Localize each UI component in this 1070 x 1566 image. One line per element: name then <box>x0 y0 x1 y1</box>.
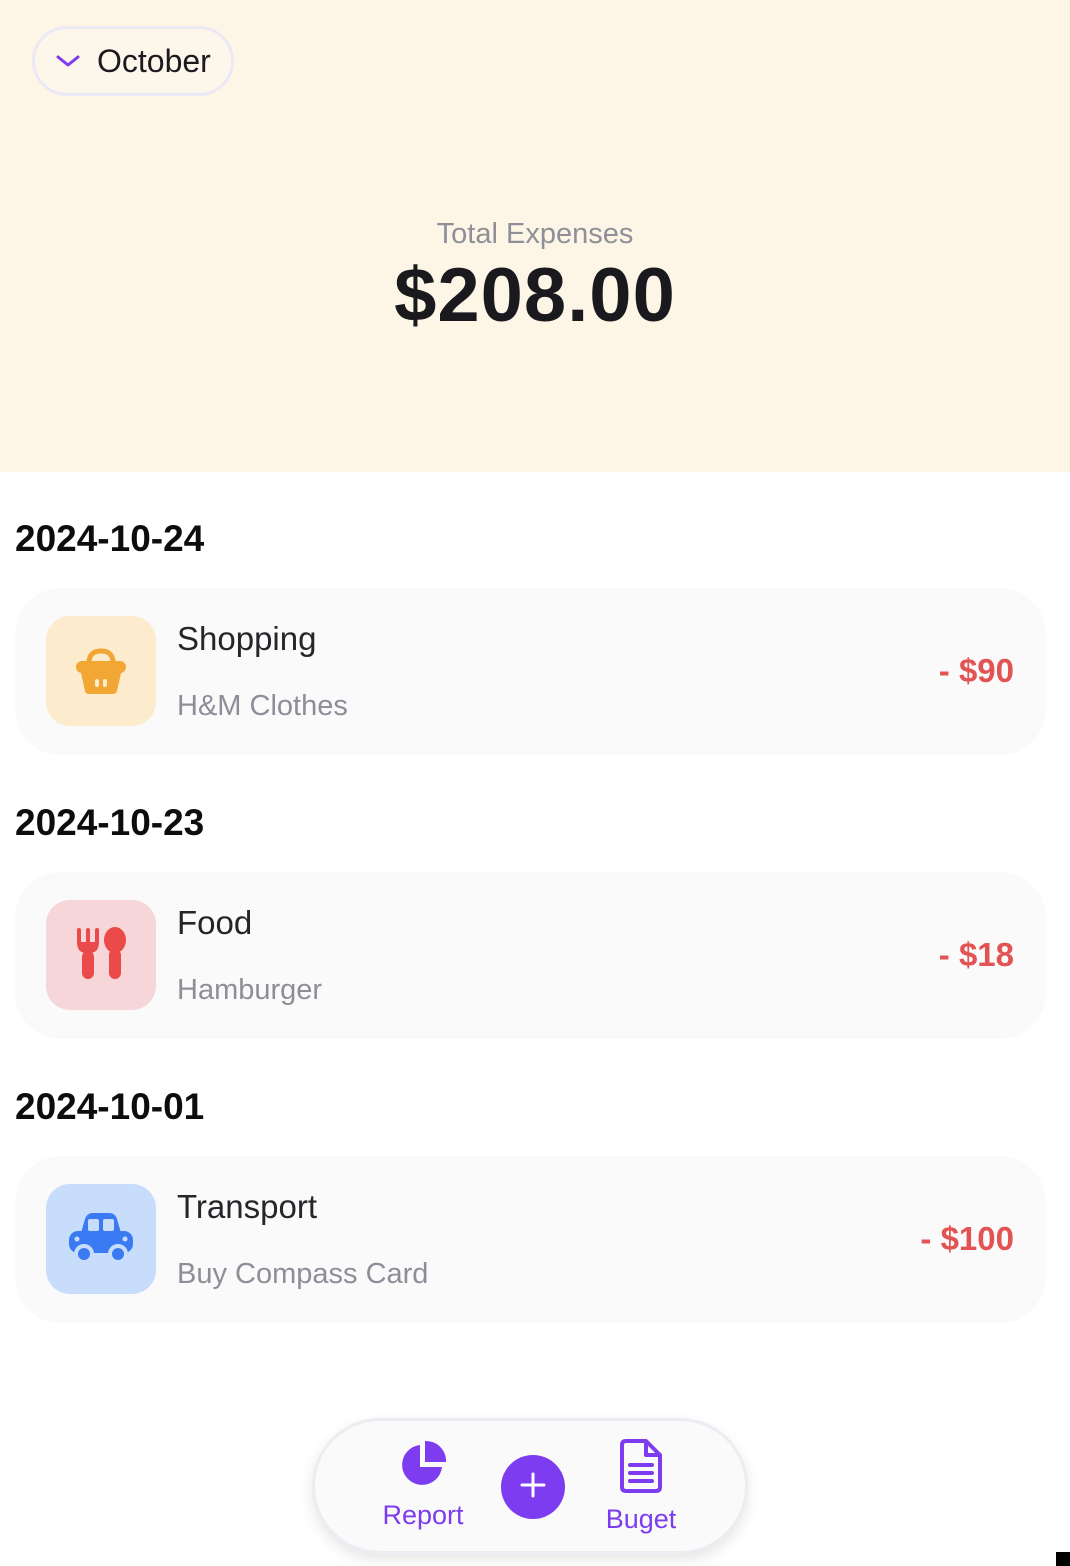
month-label: October <box>97 42 211 79</box>
nav-budget-label: Buget <box>605 1504 677 1534</box>
summary-header: October Total Expenses $208.00 <box>0 0 1070 472</box>
pie-chart-icon <box>398 1439 448 1494</box>
total-expenses-value: $208.00 <box>394 253 676 338</box>
basket-icon <box>71 639 131 704</box>
expense-note: H&M Clothes <box>177 690 348 722</box>
expense-card-shopping[interactable]: Shopping H&M Clothes - $90 <box>15 588 1046 755</box>
expense-note: Hamburger <box>177 974 323 1006</box>
expense-amount: - $18 <box>938 936 1014 973</box>
category-icon-box <box>46 616 156 726</box>
group-date: 2024-10-01 <box>15 1086 205 1127</box>
group-date: 2024-10-24 <box>15 518 205 559</box>
category-icon-box <box>46 900 156 1010</box>
month-picker[interactable]: October <box>32 26 234 96</box>
document-icon <box>616 1439 666 1498</box>
window-corner <box>1056 1552 1070 1566</box>
bottom-nav: Report Buget <box>312 1418 748 1554</box>
category-icon-box <box>46 1184 156 1294</box>
expenses-screen: October Total Expenses $208.00 2024-10-2… <box>0 0 1070 1566</box>
category-name: Shopping <box>177 620 317 657</box>
total-expenses-label: Total Expenses <box>436 218 634 250</box>
category-name: Transport <box>177 1188 317 1225</box>
plus-icon <box>518 1470 548 1505</box>
expense-amount: - $100 <box>920 1220 1014 1257</box>
nav-report[interactable]: Report <box>363 1439 483 1531</box>
car-icon <box>67 1207 135 1272</box>
nav-budget[interactable]: Buget <box>581 1439 701 1535</box>
group-date: 2024-10-23 <box>15 802 205 843</box>
add-expense-button[interactable] <box>501 1455 565 1519</box>
expense-card-transport[interactable]: Transport Buy Compass Card - $100 <box>15 1156 1046 1323</box>
expense-card-food[interactable]: Food Hamburger - $18 <box>15 872 1046 1039</box>
category-name: Food <box>177 904 253 941</box>
expense-amount: - $90 <box>938 652 1014 689</box>
fork-spoon-icon <box>71 923 131 988</box>
nav-report-label: Report <box>382 1500 464 1530</box>
chevron-down-icon <box>53 51 83 71</box>
expense-note: Buy Compass Card <box>177 1258 429 1290</box>
